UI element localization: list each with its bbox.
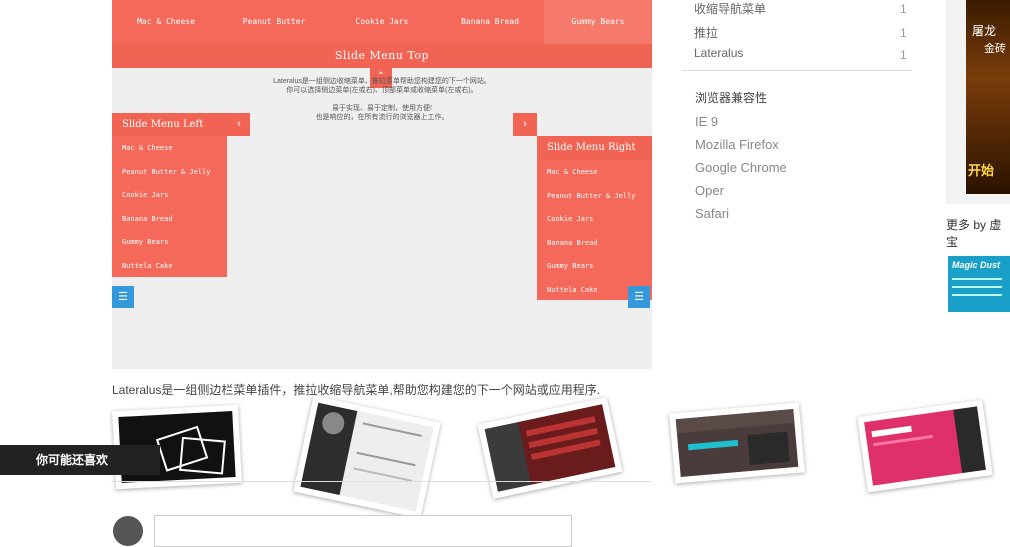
browser-item: IE 9 — [695, 114, 719, 129]
related-thumbnail[interactable] — [857, 399, 993, 493]
tag-count: 1 — [900, 2, 907, 16]
top-menu-item[interactable]: Banana Bread — [436, 0, 544, 44]
slide-menu-right: Mac & Cheese Peanut Butter & Jelly Cooki… — [537, 160, 652, 300]
comment-input[interactable] — [154, 515, 572, 547]
ad-text: 屠龙 — [972, 24, 997, 38]
browser-item: Oper — [695, 183, 724, 198]
top-menu-item[interactable]: Gummy Bears — [544, 0, 652, 44]
chevron-left-icon[interactable]: ‹ — [228, 113, 250, 136]
magic-title: Magic Dust — [952, 260, 1001, 270]
related-thumbnail[interactable] — [477, 397, 623, 499]
ad-text: 开始 — [968, 163, 995, 178]
divider — [682, 70, 912, 71]
left-menu-item[interactable]: Mac & Cheese — [122, 144, 173, 152]
tag-count: 1 — [900, 48, 907, 62]
left-menu-item[interactable]: Gummy Bears — [122, 238, 168, 246]
desc-line: 你可以选择侧边菜单(左或右)、顶部菜单或收缩菜单(左或右)。 — [286, 87, 478, 94]
desc-line: 易于实现、易于定制，使用方便! — [332, 105, 432, 112]
desc-line: Lateralus是一组侧边收缩菜单、推拉菜单帮助您构建您的下一个网站。 — [273, 78, 491, 85]
slide-menu-top-title: Slide Menu Top — [112, 44, 652, 68]
chevron-right-icon[interactable]: › — [513, 113, 537, 136]
top-menu-item[interactable]: Mac & Cheese — [112, 0, 220, 44]
article-caption: Lateralus是一组侧边栏菜单插件，推拉收缩导航菜单,帮助您构建您的下一个网… — [112, 383, 601, 397]
browser-item: Safari — [695, 206, 729, 221]
avatar — [113, 516, 143, 546]
browser-item: Mozilla Firefox — [695, 137, 779, 152]
related-thumbnail[interactable] — [669, 402, 805, 484]
right-menu-item[interactable]: Gummy Bears — [547, 262, 593, 270]
more-link[interactable]: 更多 by 虚宝 — [946, 216, 1010, 250]
slide-menu-left: Mac & Cheese Peanut Butter & Jelly Cooki… — [112, 136, 227, 277]
slide-menu-right-header: Slide Menu Right — [537, 136, 652, 160]
right-menu-item[interactable]: Peanut Butter & Jelly — [547, 192, 636, 200]
browser-item: Google Chrome — [695, 160, 787, 175]
top-menu-bar: Mac & Cheese Peanut Butter Cookie Jars B… — [112, 0, 652, 44]
related-label: 你可能还喜欢 — [0, 445, 160, 475]
left-menu-item[interactable]: Peanut Butter & Jelly — [122, 168, 211, 176]
tag-count: 1 — [900, 26, 907, 40]
tag-link[interactable]: Lateralus — [694, 46, 743, 60]
related-thumbnail[interactable] — [293, 395, 441, 519]
divider — [112, 481, 652, 482]
list-icon[interactable]: ☰ — [112, 286, 134, 308]
left-menu-item[interactable]: Cookie Jars — [122, 191, 168, 199]
list-icon[interactable]: ☰ — [628, 286, 650, 308]
right-menu-item[interactable]: Mac & Cheese — [547, 168, 598, 176]
ad-text: 金砖 — [984, 43, 1006, 55]
slide-menu-right-title: Slide Menu Right — [547, 142, 636, 153]
right-menu-item[interactable]: Cookie Jars — [547, 215, 593, 223]
compat-title: 浏览器兼容性 — [695, 91, 768, 105]
right-menu-item[interactable]: Banana Bread — [547, 239, 598, 247]
slide-menu-left-header: Slide Menu Left ‹ — [112, 113, 250, 136]
tag-link[interactable]: 推拉 — [694, 24, 718, 41]
ad-banner[interactable]: 屠龙 金砖 开始 — [966, 0, 1010, 194]
right-menu-item[interactable]: Nuttela Cake — [547, 286, 598, 294]
top-menu-item[interactable]: Cookie Jars — [328, 0, 436, 44]
left-menu-item[interactable]: Nuttela Cake — [122, 262, 173, 270]
top-menu-item[interactable]: Peanut Butter — [220, 0, 328, 44]
demo-preview: Mac & Cheese Peanut Butter Cookie Jars B… — [112, 0, 652, 369]
left-menu-item[interactable]: Banana Bread — [122, 215, 173, 223]
tag-link[interactable]: 收缩导航菜单 — [694, 0, 766, 17]
magic-dust-thumbnail[interactable]: Magic Dust — [948, 256, 1010, 312]
slide-menu-left-title: Slide Menu Left — [122, 119, 204, 130]
